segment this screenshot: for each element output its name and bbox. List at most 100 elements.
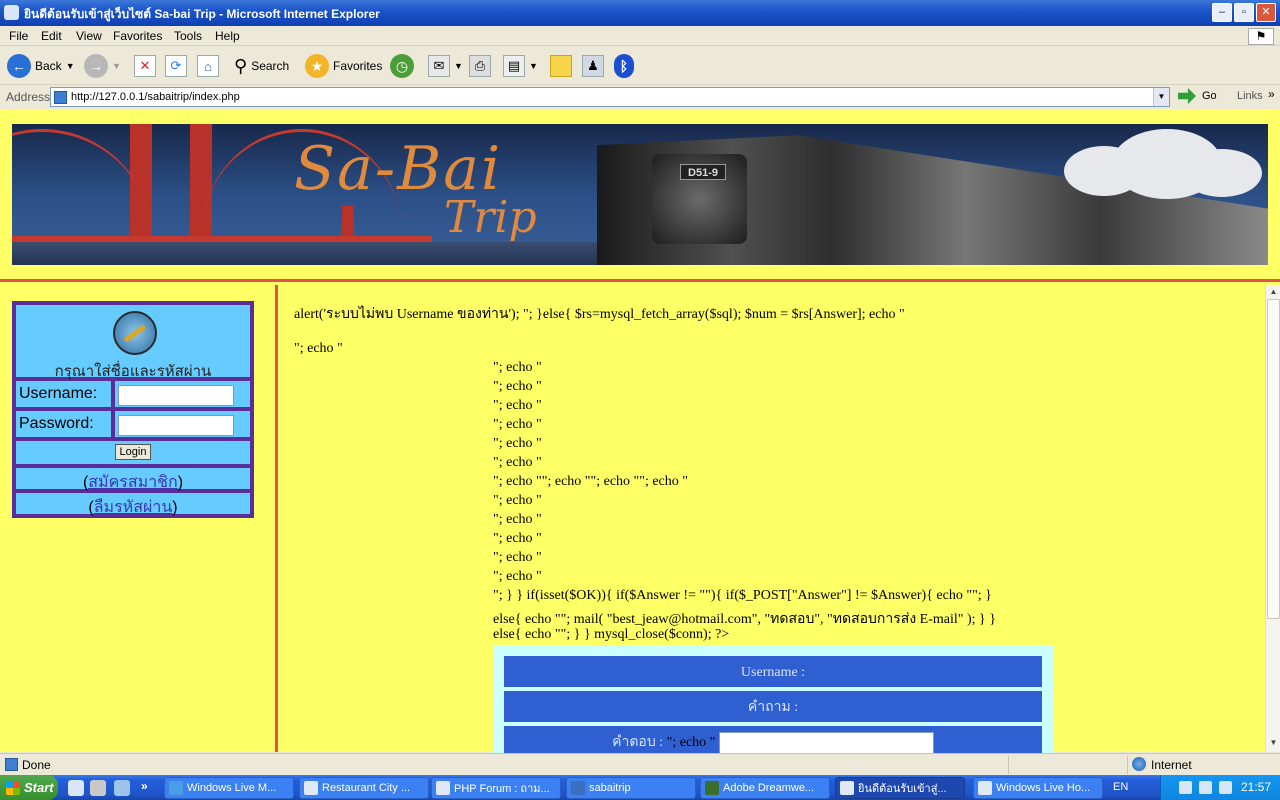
messenger-button[interactable]: ♟ <box>582 53 604 79</box>
taskbar-item[interactable]: sabaitrip <box>566 777 696 799</box>
mail-button[interactable]: ✉ ▼ <box>428 53 463 79</box>
title-bar[interactable]: ยินดีต้อนรับเข้าสู่เว็บไซต์ Sa-bai Trip … <box>0 0 1280 26</box>
taskbar-item[interactable]: Windows Live M... <box>164 777 294 799</box>
back-button[interactable]: ← Back ▼ <box>7 53 75 79</box>
echo-line: "; echo " <box>493 360 542 375</box>
code-line-1: alert('ระบบไม่พบ Username ของท่าน'); "; … <box>294 307 905 322</box>
question-box: Username : คำถาม : คำตอบ : "; echo " <box>493 646 1053 759</box>
password-cell <box>113 409 252 439</box>
register-link[interactable]: สมัครสมาชิก <box>88 474 177 491</box>
taskbar-item[interactable]: Restaurant City ... <box>299 777 429 799</box>
links-chevron-icon[interactable]: » <box>1268 87 1275 101</box>
quicklaunch-ie-icon[interactable] <box>68 780 84 796</box>
home-icon: ⌂ <box>197 55 219 77</box>
task-label: Restaurant City ... <box>322 782 411 794</box>
task-app-icon <box>436 781 450 795</box>
login-prompt: กรุณาใส่ชื่อและรหัสผ่าน <box>54 363 212 380</box>
scroll-thumb[interactable] <box>1267 299 1280 619</box>
go-arrow-icon <box>1178 88 1196 104</box>
search-button[interactable]: ⚲ Search <box>234 53 289 79</box>
code-line-5: else{ echo ""; } } mysql_close($conn); ?… <box>493 627 730 642</box>
start-button[interactable]: Start <box>0 775 58 800</box>
print-button[interactable]: ⎙ <box>469 53 491 79</box>
quicklaunch-desktop-icon[interactable] <box>114 780 130 796</box>
menu-favorites[interactable]: Favorites <box>113 29 162 43</box>
address-input[interactable]: http://127.0.0.1/sabaitrip/index.php ▼ <box>50 87 1170 107</box>
toolbar: ← Back ▼ → ▼ ✕ ⟳ ⌂ ⚲ Search ★ Favorites … <box>0 47 1280 85</box>
tray-monitor-icon[interactable] <box>1219 781 1232 794</box>
scroll-down-icon[interactable]: ▼ <box>1268 737 1279 749</box>
taskbar-item[interactable]: Adobe Dreamwe... <box>700 777 830 799</box>
quicklaunch-more-icon[interactable]: » <box>141 779 148 793</box>
status-bar: Done Internet <box>0 753 1280 775</box>
stop-button[interactable]: ✕ <box>134 53 156 79</box>
echo-line: "; echo ""; echo ""; echo ""; echo " <box>493 474 688 489</box>
menu-edit[interactable]: Edit <box>41 29 62 43</box>
tray-users-icon[interactable] <box>1199 781 1212 794</box>
taskbar-item[interactable]: PHP Forum : ถาม... <box>431 777 561 799</box>
password-input[interactable] <box>118 415 234 436</box>
register-row: (สมัครสมาชิก) <box>14 466 252 491</box>
menu-help[interactable]: Help <box>215 29 240 43</box>
scroll-up-icon[interactable]: ▲ <box>1268 286 1279 298</box>
quicklaunch-file-icon[interactable] <box>90 780 106 796</box>
favorites-button[interactable]: ★ Favorites <box>305 53 382 79</box>
back-dropdown-icon[interactable]: ▼ <box>66 61 75 71</box>
login-header: กรุณาใส่ชื่อและรหัสผ่าน <box>14 303 252 380</box>
forward-button[interactable]: → ▼ <box>84 53 121 79</box>
menu-view[interactable]: View <box>76 29 102 43</box>
mail-icon: ✉ <box>428 55 450 77</box>
answer-label: คำตอบ : <box>612 735 664 750</box>
echo-line: "; echo " <box>493 512 542 527</box>
code-line-3: "; } } if(isset($OK)){ if($Answer != "")… <box>493 588 992 603</box>
sea <box>12 242 612 265</box>
login-button[interactable]: Login <box>114 444 152 460</box>
menu-file[interactable]: File <box>9 29 28 43</box>
edit-dropdown-icon[interactable]: ▼ <box>529 61 538 71</box>
taskbar-item[interactable]: Windows Live Ho... <box>973 777 1103 799</box>
refresh-button[interactable]: ⟳ <box>165 53 187 79</box>
clock: 21:57 <box>1241 780 1272 794</box>
history-button[interactable]: ◷ <box>390 53 414 79</box>
minimize-button[interactable]: – <box>1212 3 1232 22</box>
question-display-row: คำถาม : <box>504 691 1042 724</box>
close-button[interactable]: ✕ <box>1256 3 1276 22</box>
paren-close: ) <box>177 474 184 491</box>
username-input[interactable] <box>118 385 234 406</box>
vertical-scrollbar[interactable]: ▲ ▼ <box>1265 285 1280 752</box>
language-indicator[interactable]: EN <box>1113 781 1128 793</box>
go-label: Go <box>1202 90 1217 102</box>
edit-button[interactable]: ▤ ▼ <box>503 53 538 79</box>
maximize-button[interactable]: ▫ <box>1234 3 1254 22</box>
menu-tools[interactable]: Tools <box>174 29 202 43</box>
status-divider <box>1008 756 1009 774</box>
forgot-password-link[interactable]: ลืมรหัสผ่าน <box>94 499 173 516</box>
echo-line: "; echo " <box>493 455 542 470</box>
notes-button[interactable] <box>550 53 572 79</box>
tray-network-icon[interactable] <box>1179 781 1192 794</box>
back-label: Back <box>35 59 62 73</box>
note-icon <box>550 55 572 77</box>
window-title: ยินดีต้อนรับเข้าสู่เว็บไซต์ Sa-bai Trip … <box>24 7 380 21</box>
echo-line: "; echo " <box>493 379 542 394</box>
logo-trip: Trip <box>444 192 537 243</box>
bluetooth-button[interactable]: ᛒ <box>614 53 634 79</box>
echo-line: "; echo " <box>493 417 542 432</box>
code-line-2: "; echo " <box>294 341 343 356</box>
answer-input[interactable] <box>718 731 934 754</box>
windows-flag-icon <box>6 780 20 795</box>
task-label: Windows Live M... <box>187 782 277 794</box>
start-label: Start <box>24 780 54 795</box>
mail-dropdown-icon[interactable]: ▼ <box>454 61 463 71</box>
system-tray: 21:57 <box>1160 775 1280 800</box>
task-app-icon <box>304 781 318 795</box>
echo-line: "; echo " <box>493 531 542 546</box>
go-button[interactable]: Go <box>1178 88 1217 104</box>
history-icon: ◷ <box>390 54 414 78</box>
address-dropdown-icon[interactable]: ▼ <box>1153 88 1169 106</box>
links-toolbar[interactable]: Links <box>1237 90 1263 102</box>
windows-logo-icon: ⚑ <box>1248 28 1274 45</box>
taskbar-item[interactable]: ยินดีต้อนรับเข้าสู่... <box>835 777 965 799</box>
forgot-row: (ลืมรหัสผ่าน) <box>14 491 252 516</box>
home-button[interactable]: ⌂ <box>197 53 219 79</box>
